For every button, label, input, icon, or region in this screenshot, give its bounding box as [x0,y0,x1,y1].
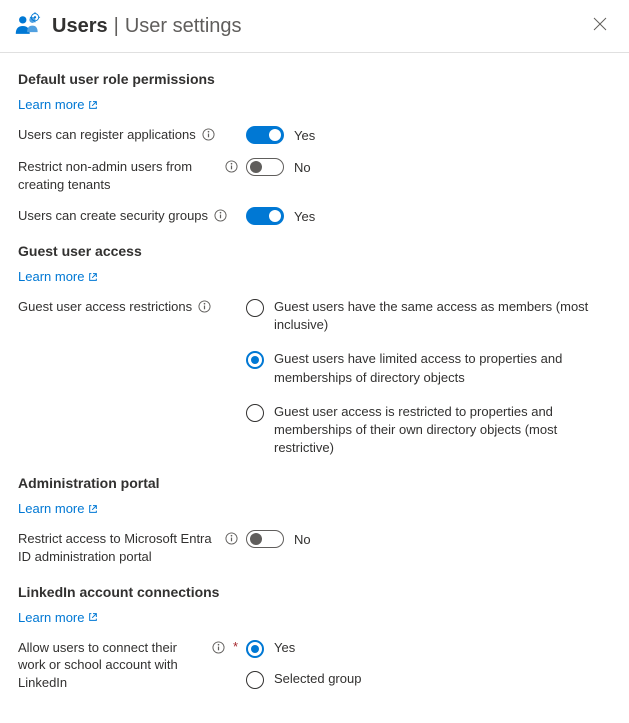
toggle-label-security-groups: Yes [294,209,315,224]
toggle-restrict-admin-portal[interactable] [246,530,284,548]
info-icon[interactable] [225,532,238,545]
section-title-default-permissions: Default user role permissions [18,71,611,87]
radio-option-guest-limited[interactable]: Guest users have limited access to prope… [246,350,611,386]
toggle-label-restrict-tenants: No [294,160,311,175]
info-icon[interactable] [214,209,227,222]
external-link-icon [88,100,98,110]
setting-label-guest-restrictions: Guest user access restrictions [18,298,192,316]
section-linkedin: LinkedIn account connections Learn more … [18,584,611,692]
external-link-icon [88,272,98,282]
page-title: Users [52,15,108,38]
setting-label-restrict-tenants: Restrict non-admin users from creating t… [18,158,219,193]
toggle-restrict-tenants[interactable] [246,158,284,176]
learn-more-label: Learn more [18,501,84,516]
section-admin-portal: Administration portal Learn more Restric… [18,475,611,565]
setting-guest-restrictions: Guest user access restrictions Guest use… [18,298,611,457]
section-title-guest-access: Guest user access [18,243,611,259]
toggle-security-groups[interactable] [246,207,284,225]
external-link-icon [88,612,98,622]
panel-header: Users | User settings [0,0,629,53]
radio-icon [246,640,264,658]
title-divider: | [114,15,119,38]
learn-more-link-admin-portal[interactable]: Learn more [18,501,98,516]
info-icon[interactable] [198,300,211,313]
setting-label-restrict-admin-portal: Restrict access to Microsoft Entra ID ad… [18,530,219,565]
radio-label-guest-limited: Guest users have limited access to prope… [274,350,611,386]
setting-label-linkedin-connect: Allow users to connect their work or sch… [18,639,206,692]
radio-icon [246,351,264,369]
radio-label-guest-same: Guest users have the same access as memb… [274,298,611,334]
section-default-permissions: Default user role permissions Learn more… [18,71,611,225]
radio-label-guest-restricted: Guest user access is restricted to prope… [274,403,611,458]
header-title-wrap: Users | User settings [52,15,589,38]
radio-group-linkedin: Yes Selected group [246,639,611,689]
toggle-label-register-applications: Yes [294,128,315,143]
close-icon [593,17,607,31]
setting-restrict-admin-portal: Restrict access to Microsoft Entra ID ad… [18,530,611,565]
radio-option-guest-restricted[interactable]: Guest user access is restricted to prope… [246,403,611,458]
users-icon [14,12,42,40]
setting-linkedin-connect: Allow users to connect their work or sch… [18,639,611,692]
radio-option-linkedin-selected-group[interactable]: Selected group [246,670,611,689]
panel-content: Default user role permissions Learn more… [0,53,629,691]
radio-option-guest-same[interactable]: Guest users have the same access as memb… [246,298,611,334]
info-icon[interactable] [202,128,215,141]
radio-icon [246,671,264,689]
radio-group-guest-restrictions: Guest users have the same access as memb… [246,298,611,457]
section-title-linkedin: LinkedIn account connections [18,584,611,600]
setting-restrict-tenants: Restrict non-admin users from creating t… [18,158,611,193]
info-icon[interactable] [212,641,225,654]
setting-security-groups: Users can create security groups Yes [18,207,611,225]
radio-label-linkedin-yes: Yes [274,639,295,657]
info-icon[interactable] [225,160,238,173]
setting-register-applications: Users can register applications Yes [18,126,611,144]
learn-more-link-linkedin[interactable]: Learn more [18,610,98,625]
learn-more-link-guest-access[interactable]: Learn more [18,269,98,284]
learn-more-link-default-permissions[interactable]: Learn more [18,97,98,112]
radio-label-linkedin-selected-group: Selected group [274,670,361,688]
setting-label-security-groups: Users can create security groups [18,207,208,225]
toggle-register-applications[interactable] [246,126,284,144]
external-link-icon [88,504,98,514]
section-guest-access: Guest user access Learn more Guest user … [18,243,611,457]
setting-label-register-applications: Users can register applications [18,126,196,144]
radio-icon [246,404,264,422]
learn-more-label: Learn more [18,97,84,112]
toggle-label-restrict-admin-portal: No [294,532,311,547]
close-button[interactable] [589,13,611,39]
learn-more-label: Learn more [18,269,84,284]
learn-more-label: Learn more [18,610,84,625]
section-title-admin-portal: Administration portal [18,475,611,491]
radio-icon [246,299,264,317]
radio-option-linkedin-yes[interactable]: Yes [246,639,611,658]
required-indicator: * [233,639,238,654]
page-subtitle: User settings [125,15,242,38]
